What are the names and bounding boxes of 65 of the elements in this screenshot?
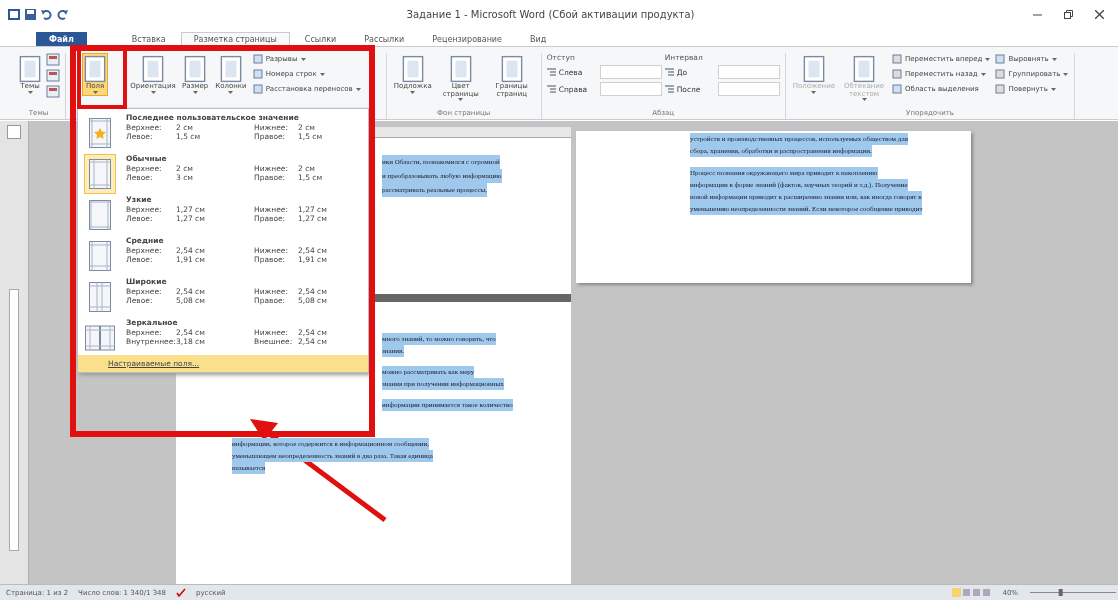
caret-icon xyxy=(27,90,33,94)
word-icon[interactable] xyxy=(8,8,20,20)
small-page-icon xyxy=(995,69,1006,79)
theme-option-icon[interactable] xyxy=(46,53,60,66)
ribbon-tab[interactable]: Разметка страницы xyxy=(180,32,290,46)
small-page-icon xyxy=(995,84,1006,94)
spin-field[interactable] xyxy=(717,82,780,96)
caret-icon xyxy=(861,98,867,102)
spellcheck-icon[interactable] xyxy=(176,588,187,597)
caret-icon xyxy=(1050,87,1056,91)
indent-icon xyxy=(546,84,556,94)
redo-icon[interactable] xyxy=(57,8,68,20)
save-icon[interactable] xyxy=(25,8,36,20)
close-icon[interactable] xyxy=(1095,9,1104,19)
page-icon xyxy=(84,55,106,83)
slider-thumb[interactable] xyxy=(1058,589,1063,596)
small-page-icon xyxy=(252,54,263,64)
indent-icon xyxy=(664,67,674,77)
ruler-toggle[interactable] xyxy=(7,125,21,139)
ribbon-tab[interactable]: Ссылки xyxy=(291,32,350,46)
caret-icon xyxy=(985,57,991,61)
caret-icon xyxy=(410,90,416,94)
ribbon-tab[interactable]: Рецензирование xyxy=(419,32,515,46)
small-page-icon xyxy=(252,69,263,79)
page-icon xyxy=(853,55,876,83)
spin-field[interactable] xyxy=(717,65,780,79)
page-icon xyxy=(184,55,207,83)
ribbon-tab[interactable]: Вид xyxy=(517,32,560,46)
caret-icon xyxy=(811,90,817,94)
caret-icon xyxy=(92,90,98,94)
caret-icon xyxy=(1063,72,1069,76)
caret-icon xyxy=(300,57,306,61)
caret-icon xyxy=(355,87,361,91)
small-page-icon xyxy=(252,84,263,94)
small-page-icon xyxy=(892,54,903,64)
page-icon xyxy=(802,55,825,83)
page-icon xyxy=(401,55,424,83)
page-icon xyxy=(19,55,41,83)
small-page-icon xyxy=(892,69,903,79)
page-icon xyxy=(449,55,472,83)
maximize-icon[interactable] xyxy=(1064,9,1073,19)
theme-option-icon[interactable] xyxy=(46,69,60,82)
page-icon xyxy=(142,55,164,83)
caret-icon xyxy=(458,98,464,102)
zoom-slider[interactable] xyxy=(1028,588,1118,597)
window-title: Задание 1 - Microsoft Word (Сбой активации продукта) xyxy=(405,8,696,20)
indent-icon xyxy=(546,67,556,77)
indent-icon xyxy=(664,84,674,94)
caret-icon xyxy=(228,90,234,94)
spin-field[interactable] xyxy=(599,82,662,96)
small-page-icon xyxy=(995,54,1006,64)
page-icon xyxy=(500,55,523,83)
spin-field[interactable] xyxy=(599,65,662,79)
ribbon-tab[interactable]: Рассылки xyxy=(351,32,418,46)
page-icon xyxy=(219,55,242,83)
caret-icon xyxy=(319,72,325,76)
caret-icon xyxy=(150,90,156,94)
caret-icon xyxy=(980,72,986,76)
caret-icon xyxy=(192,90,198,94)
ribbon-tab[interactable]: Вставка xyxy=(118,32,179,46)
theme-option-icon[interactable] xyxy=(46,85,60,98)
small-page-icon xyxy=(892,84,903,94)
caret-icon xyxy=(1051,57,1057,61)
ribbon-tab[interactable]: Файл xyxy=(36,32,87,46)
undo-icon[interactable] xyxy=(41,8,52,20)
